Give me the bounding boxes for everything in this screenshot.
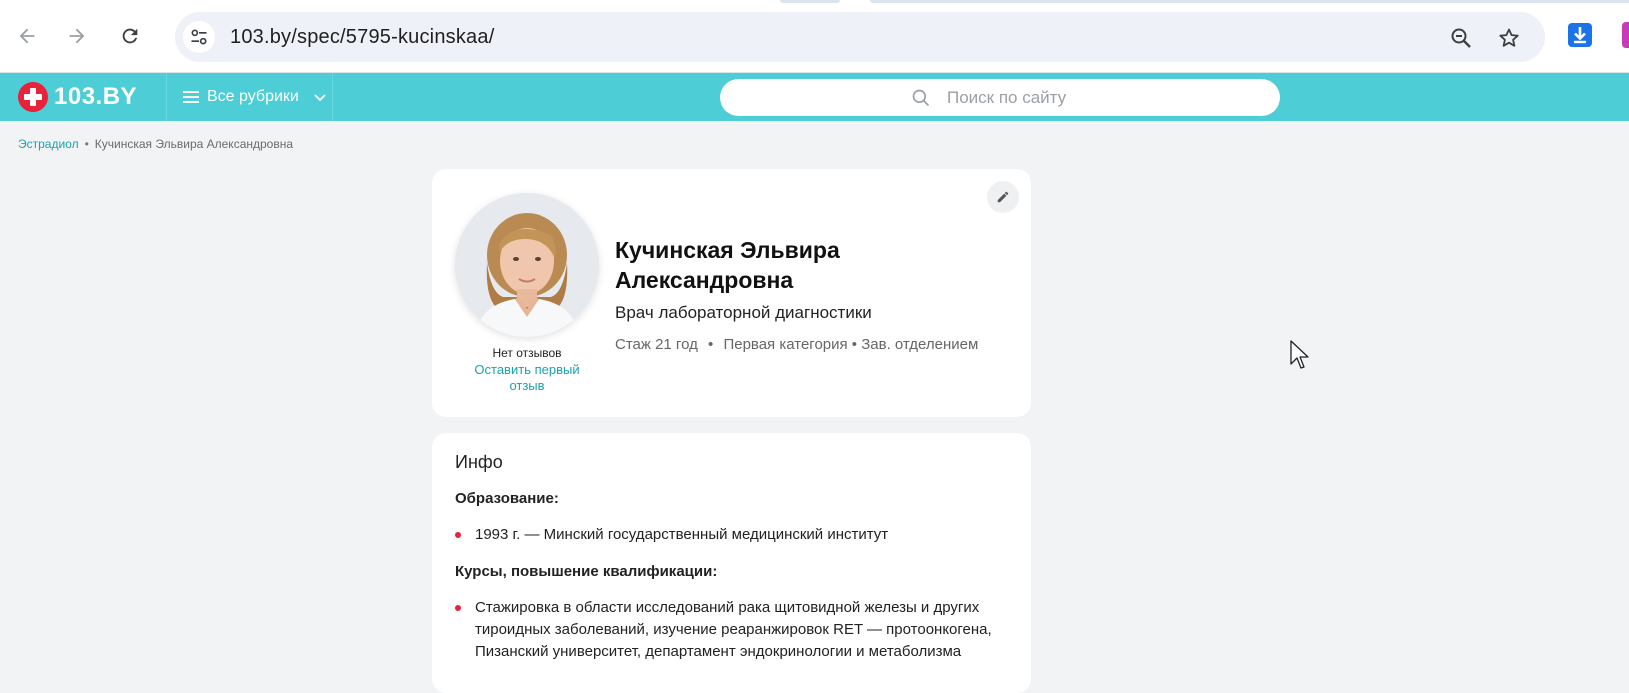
leave-first-review-link[interactable]: Оставить первый отзыв — [472, 362, 582, 394]
zoom-button[interactable] — [1447, 24, 1475, 52]
education-item: 1993 г. — Минский государственный медици… — [455, 524, 1010, 546]
arrow-left-icon — [19, 28, 35, 44]
doctor-profile-card: Нет отзывов Оставить первый отзыв Кучинс… — [432, 169, 1031, 417]
browser-toolbar: 103.by/spec/5795-kucinskaa/ — [0, 0, 1629, 73]
mouse-cursor-icon — [1290, 340, 1309, 369]
address-bar[interactable]: 103.by/spec/5795-kucinskaa/ — [175, 12, 1545, 62]
pencil-icon — [997, 191, 1009, 203]
tune-icon — [191, 29, 207, 45]
menu-icon — [183, 91, 199, 103]
site-search-box[interactable] — [720, 79, 1280, 116]
medical-cross-icon — [18, 82, 48, 112]
back-button[interactable] — [7, 16, 47, 56]
course-text: Стажировка в области исследований рака щ… — [475, 599, 992, 660]
doctor-specialty: Врач лабораторной диагностики — [615, 303, 872, 322]
site-info-button[interactable] — [183, 21, 215, 53]
course-item: Стажировка в области исследований рака щ… — [455, 597, 1010, 663]
reload-button[interactable] — [110, 16, 150, 56]
header-divider — [332, 73, 333, 121]
doctor-meta: Стаж 21 год • Первая категория • Зав. от… — [615, 336, 978, 353]
star-icon — [1499, 28, 1519, 47]
search-icon — [912, 89, 930, 106]
all-rubrics-menu[interactable]: Все рубрики — [183, 73, 327, 121]
download-icon — [1568, 23, 1592, 47]
bullet-icon — [455, 605, 461, 611]
breadcrumb-separator: • — [84, 137, 89, 151]
rubrics-label: Все рубрики — [207, 88, 299, 105]
doctor-portrait-image — [455, 193, 599, 337]
doctor-name-line: Александровна — [615, 267, 794, 293]
site-logo[interactable]: 103.BY — [18, 81, 137, 113]
breadcrumb-current: Кучинская Эльвира Александровна — [94, 137, 294, 151]
category-position-text: Первая категория • Зав. отделением — [723, 336, 979, 353]
reviews-status: Нет отзывов — [492, 346, 562, 360]
zoom-out-icon — [1451, 28, 1471, 48]
doctor-name-line: Кучинская Эльвира — [615, 237, 840, 263]
reload-icon — [122, 28, 138, 44]
header-divider — [166, 73, 167, 121]
edit-button[interactable] — [987, 181, 1019, 213]
url-text[interactable]: 103.by/spec/5795-kucinskaa/ — [230, 26, 494, 49]
breadcrumb-link[interactable]: Эстрадиол — [18, 137, 79, 151]
info-title: Инфо — [455, 452, 503, 472]
forward-button[interactable] — [57, 16, 97, 56]
download-button[interactable] — [1565, 20, 1595, 50]
courses-heading: Курсы, повышение квалификации: — [455, 563, 718, 580]
breadcrumb: Эстрадиол • Кучинская Эльвира Александро… — [18, 137, 293, 151]
experience-text: Стаж 21 год — [615, 336, 698, 353]
logo-text: 103.BY — [54, 83, 138, 110]
bullet-icon — [455, 532, 461, 538]
site-search-input[interactable] — [945, 86, 1089, 109]
tab-strip-edge — [780, 0, 840, 3]
meta-separator: • — [708, 336, 714, 353]
doctor-name: Кучинская Эльвира Александровна — [615, 235, 915, 295]
chevron-down-icon — [314, 94, 326, 102]
education-heading: Образование: — [455, 490, 559, 507]
site-header: 103.BY Все рубрики — [0, 73, 1629, 121]
tab-strip-edge — [870, 0, 1629, 3]
extension-icon[interactable] — [1622, 22, 1629, 48]
info-card: Инфо Образование: 1993 г. — Минский госу… — [432, 433, 1031, 693]
doctor-photo — [455, 193, 599, 337]
education-text: 1993 г. — Минский государственный медици… — [475, 526, 889, 543]
arrow-right-icon — [69, 28, 85, 44]
bookmark-button[interactable] — [1495, 24, 1523, 52]
